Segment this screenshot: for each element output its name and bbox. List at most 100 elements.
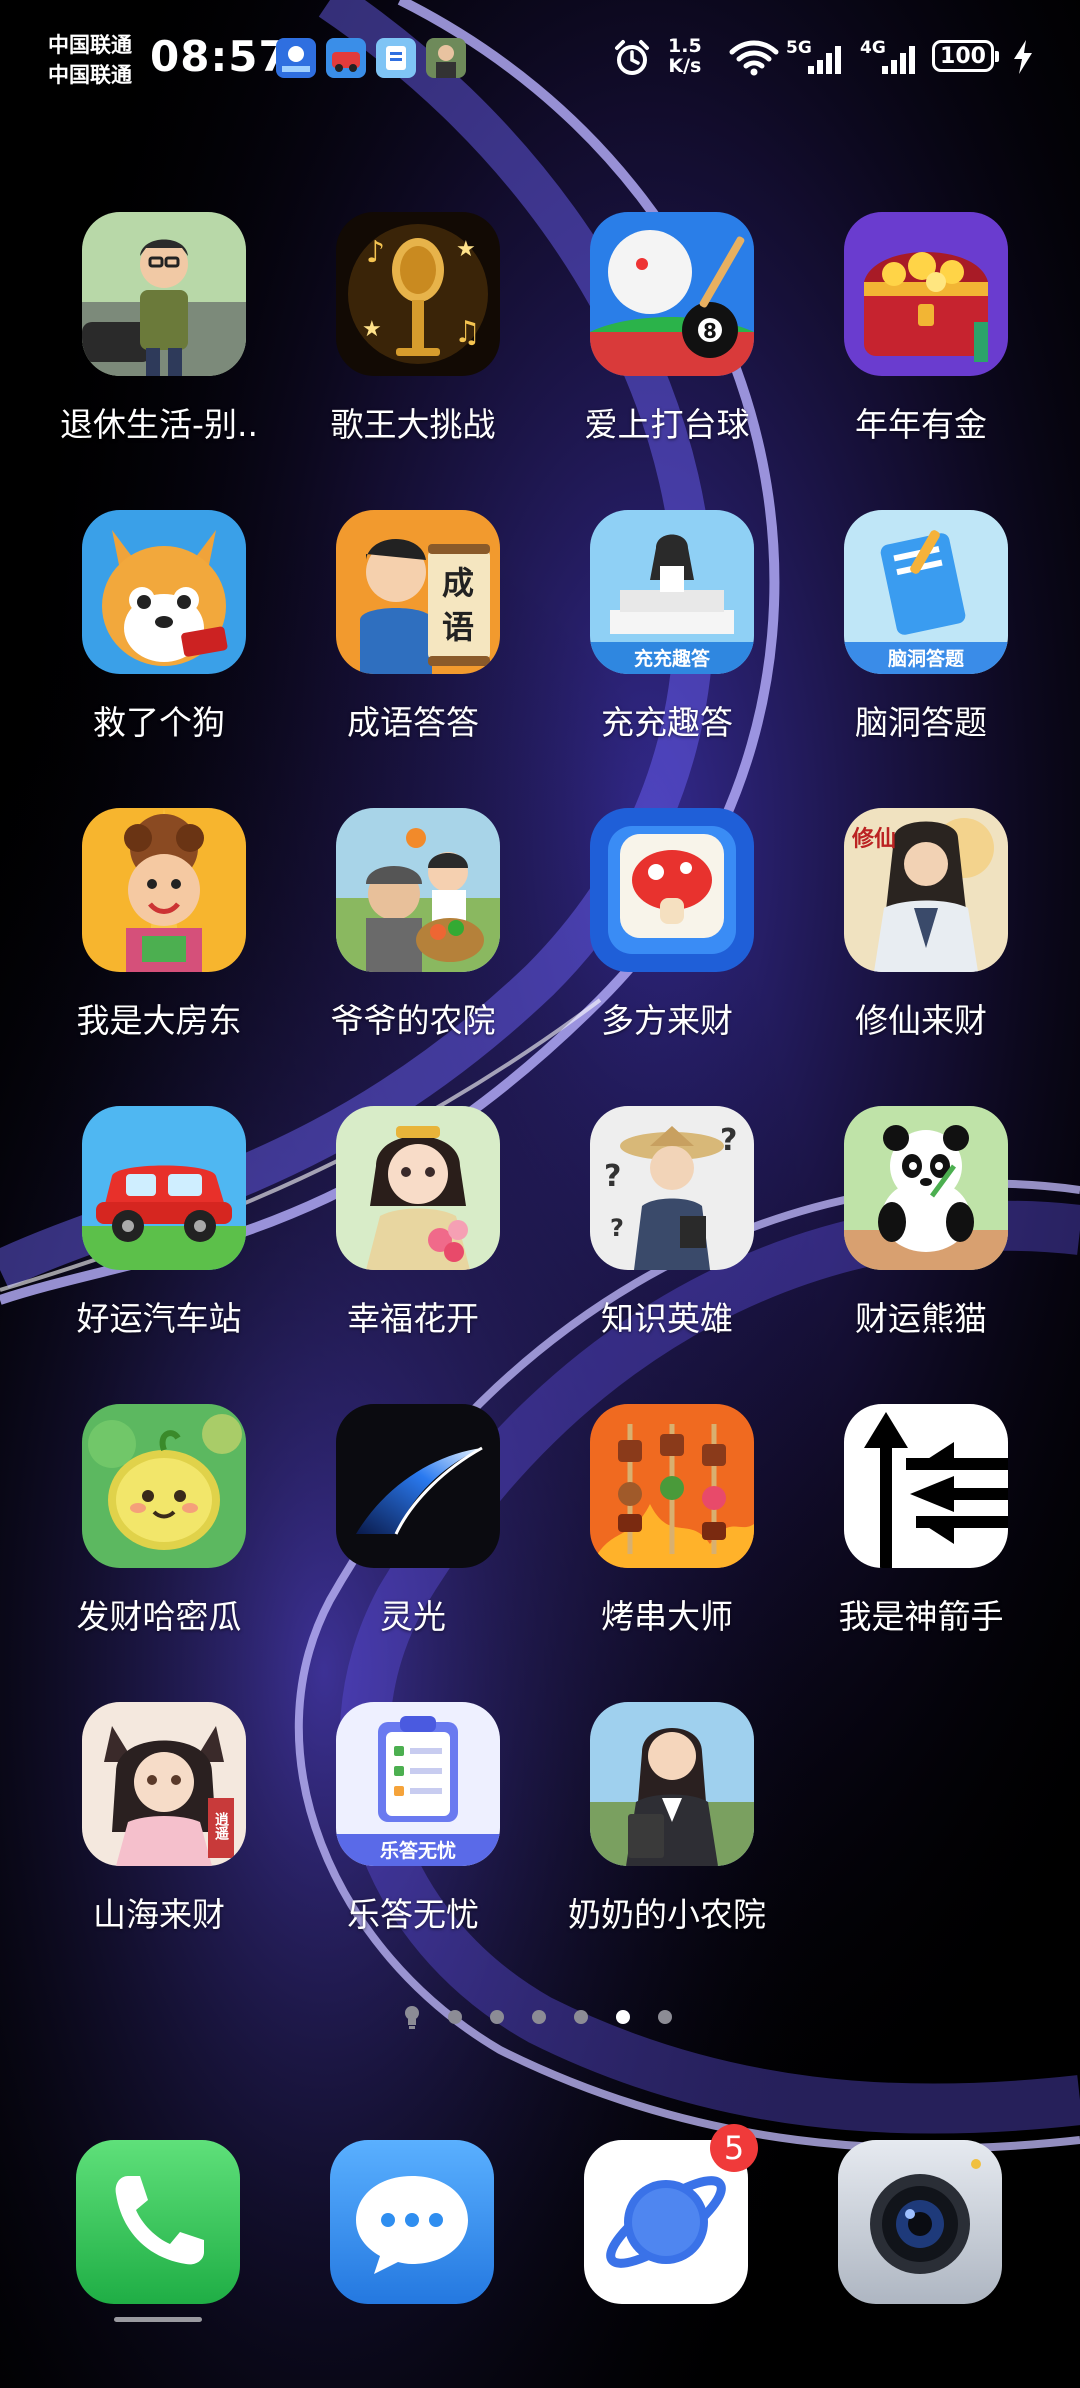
dock-camera[interactable]: [838, 2140, 1002, 2304]
svg-text:★: ★: [456, 237, 476, 262]
app-lucky-car-station[interactable]: 好运汽车站: [32, 1106, 286, 1338]
app-skewer-master[interactable]: 烤串大师: [540, 1404, 794, 1636]
page-dot[interactable]: [448, 2010, 462, 2024]
app-lingguang[interactable]: 灵光: [286, 1404, 540, 1636]
status-bar: 中国联通 中国联通 08:57 1.5 K/s 5G 4G 100: [0, 0, 1080, 120]
notification-badge: 5: [710, 2124, 758, 2172]
page-indicator[interactable]: [0, 2004, 1080, 2030]
app-fortune-melon[interactable]: 发财哈密瓜: [32, 1404, 286, 1636]
app-label: 脑洞答题: [855, 703, 987, 742]
app-i-am-landlord[interactable]: 我是大房东: [32, 808, 286, 1040]
scholar-question-icon: ???: [590, 1106, 754, 1270]
dock-phone[interactable]: [76, 2140, 240, 2304]
page-dot[interactable]: [490, 2010, 504, 2024]
fox-girl-icon: 逍遥: [82, 1702, 246, 1866]
app-label: 发财哈密瓜: [76, 1597, 242, 1636]
retired-man-icon: [82, 212, 246, 376]
businesswoman-icon: [590, 1702, 754, 1866]
notification-app-icon: [326, 38, 366, 78]
flower-lady-icon: [336, 1106, 500, 1270]
cultivator-icon: 修仙: [844, 808, 1008, 972]
corner-seal-text: 修仙: [851, 826, 896, 852]
lingguang-icon: [336, 1404, 500, 1568]
app-grandpa-farmyard[interactable]: 爷爷的农院: [286, 808, 540, 1040]
phone-icon: [76, 2140, 240, 2304]
page-dot[interactable]: [574, 2010, 588, 2024]
grandpa-farm-icon: [336, 808, 500, 972]
app-label: 财运熊猫: [855, 1299, 987, 1338]
dog-icon: [82, 510, 246, 674]
app-retired-life[interactable]: 退休生活-别..: [32, 212, 286, 444]
network-speed: 1.5 K/s: [668, 36, 702, 76]
lightbulb-icon[interactable]: [402, 2004, 422, 2030]
page-dot[interactable]: [532, 2010, 546, 2024]
app-label: 我是神箭手: [838, 1597, 1004, 1636]
wifi-icon: [729, 40, 779, 76]
app-label: 成语答答: [347, 703, 479, 742]
carrier-1: 中国联通: [48, 33, 132, 57]
melon-icon: [82, 1404, 246, 1568]
app-saved-a-dog[interactable]: 救了个狗: [32, 510, 286, 742]
app-mountain-sea-fortune[interactable]: 逍遥 山海来财: [32, 1702, 286, 1934]
app-label: 修仙来财: [855, 1001, 987, 1040]
clock: 08:57: [150, 32, 289, 81]
icon-sign-text: 逍遥: [213, 1811, 229, 1841]
app-chongchong-quiz[interactable]: 充充趣答 充充趣答: [540, 510, 794, 742]
camera-icon: [838, 2140, 1002, 2304]
page-dot-active[interactable]: [616, 2010, 630, 2024]
red-car-icon: [82, 1106, 246, 1270]
app-i-am-archer[interactable]: 我是神箭手: [794, 1404, 1048, 1636]
app-grandma-small-farmyard[interactable]: 奶奶的小农院: [540, 1702, 794, 1934]
app-label: 退休生活-别..: [60, 405, 258, 444]
svg-text:♪: ♪: [366, 235, 385, 270]
skewer-icon: [590, 1404, 754, 1568]
panda-icon: [844, 1106, 1008, 1270]
app-label: 乐答无忧: [347, 1895, 479, 1934]
app-brain-quiz[interactable]: 脑洞答题 脑洞答题: [794, 510, 1048, 742]
app-label: 多方来财: [601, 1001, 733, 1040]
signal-icon: [882, 46, 915, 74]
svg-text:?: ?: [610, 1214, 624, 1242]
app-label: 灵光: [380, 1597, 446, 1636]
blue-book-icon: 脑洞答题: [844, 510, 1008, 674]
app-song-king-challenge[interactable]: ♪ ♫ ★ ★ 歌王大挑战: [286, 212, 540, 444]
alarm-icon: [615, 40, 649, 75]
microphone-icon: ♪ ♫ ★ ★: [336, 212, 500, 376]
app-happy-answer[interactable]: 乐答无忧 乐答无忧: [286, 1702, 540, 1934]
app-cultivation-fortune[interactable]: 修仙 修仙来财: [794, 808, 1048, 1040]
app-fortune-panda[interactable]: 财运熊猫: [794, 1106, 1048, 1338]
svg-text:?: ?: [720, 1123, 737, 1158]
app-label: 爱上打台球: [584, 405, 750, 444]
app-knowledge-hero[interactable]: ??? 知识英雄: [540, 1106, 794, 1338]
app-label: 烤串大师: [601, 1597, 733, 1636]
svg-text:8: 8: [703, 319, 717, 343]
app-label: 爷爷的农院: [330, 1001, 496, 1040]
notification-app-icon: [376, 38, 416, 78]
notification-app-icon: [426, 38, 466, 78]
app-gold-every-year[interactable]: 年年有金: [794, 212, 1048, 444]
app-label: 年年有金: [855, 405, 987, 444]
app-label: 歌王大挑战: [330, 405, 496, 444]
network-speed-unit: K/s: [668, 55, 702, 77]
app-happy-blossom[interactable]: 幸福花开: [286, 1106, 540, 1338]
app-label: 奶奶的小农院: [568, 1895, 766, 1934]
app-fortune-from-all-sides[interactable]: 多方来财: [540, 808, 794, 1040]
idiom-scholar-icon: 成语: [336, 510, 500, 674]
icon-banner-text: 乐答无忧: [380, 1839, 456, 1862]
app-idiom-quiz[interactable]: 成语 成语答答: [286, 510, 540, 742]
arrows-icon: [844, 1404, 1008, 1568]
battery-indicator: 100: [932, 40, 999, 72]
app-label: 充充趣答: [601, 703, 733, 742]
dock-messages[interactable]: [330, 2140, 494, 2304]
clipboard-icon: 乐答无忧: [336, 1702, 500, 1866]
page-dot[interactable]: [658, 2010, 672, 2024]
svg-text:★: ★: [362, 317, 382, 342]
app-love-billiards[interactable]: 8 爱上打台球: [540, 212, 794, 444]
carrier-2: 中国联通: [48, 63, 132, 87]
app-label: 知识英雄: [601, 1299, 733, 1338]
svg-text:?: ?: [604, 1159, 621, 1194]
scroll-text: 成: [442, 564, 474, 602]
scroll-text: 语: [442, 608, 474, 646]
charging-icon: [1014, 40, 1032, 74]
landlady-icon: [82, 808, 246, 972]
